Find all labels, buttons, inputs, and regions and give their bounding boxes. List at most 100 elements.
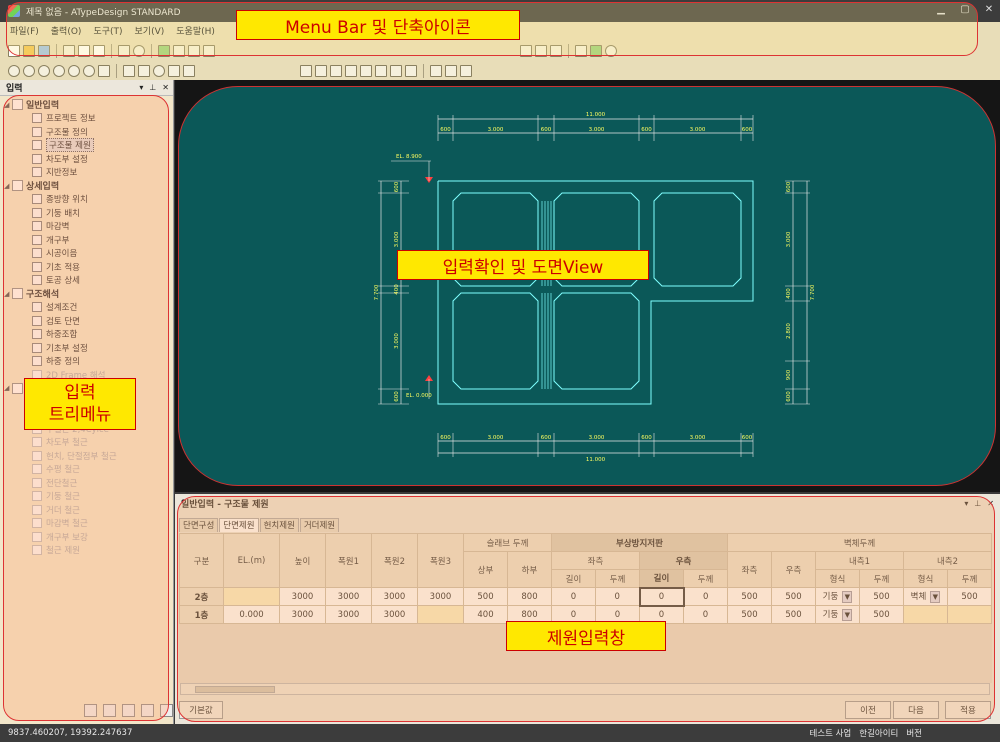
maximize-icon[interactable]: ▢: [958, 3, 972, 17]
tree-item[interactable]: 지반정보: [0, 166, 174, 180]
report-icon[interactable]: [575, 45, 587, 57]
inner2-type-select[interactable]: [903, 605, 948, 624]
slab-top-field[interactable]: 500: [463, 587, 508, 606]
inner1-thickness-field[interactable]: 500: [859, 587, 904, 606]
tree-item[interactable]: 기둥 철근: [0, 490, 174, 504]
tree-item[interactable]: 구조물 정의: [0, 125, 174, 139]
polyline-icon[interactable]: [138, 65, 150, 77]
apply-button[interactable]: 적용: [945, 701, 991, 719]
tree-group[interactable]: ◢ 일반입력: [0, 98, 174, 112]
tree-item[interactable]: 하중조합: [0, 328, 174, 342]
dim2-icon[interactable]: [315, 65, 327, 77]
collapse-icon[interactable]: ◢: [4, 101, 12, 109]
zoom-all-icon[interactable]: [53, 65, 65, 77]
collapse-icon[interactable]: ◢: [4, 384, 12, 392]
width2-field[interactable]: 3000: [371, 587, 418, 606]
dim3-icon[interactable]: [330, 65, 342, 77]
float-left-length-field[interactable]: 0: [551, 587, 596, 606]
pin-icon[interactable]: ⊥: [974, 499, 981, 508]
float-right-thickness-field[interactable]: 0: [683, 587, 728, 606]
insert-icon[interactable]: [405, 65, 417, 77]
circle-icon[interactable]: [153, 65, 165, 77]
el-field[interactable]: [223, 587, 280, 606]
block-icon[interactable]: [390, 65, 402, 77]
zoom-extent-icon[interactable]: [68, 65, 80, 77]
tree-item[interactable]: 기초 적용: [0, 260, 174, 274]
tree-item[interactable]: 프로젝트 정보: [0, 112, 174, 126]
collapse-icon[interactable]: ◢: [4, 182, 12, 190]
open-folder-icon[interactable]: [23, 45, 35, 57]
float-right-length-field[interactable]: 0: [638, 586, 685, 607]
width1-field[interactable]: 3000: [325, 587, 372, 606]
el-field[interactable]: 0.000: [223, 605, 280, 624]
paste-icon[interactable]: [93, 45, 105, 57]
tab-girder-dimensions[interactable]: 거더제원: [299, 518, 340, 532]
cut-icon[interactable]: [63, 45, 75, 57]
wall-left-field[interactable]: 500: [727, 605, 772, 624]
tree-item[interactable]: 차도부 철근: [0, 436, 174, 450]
text-icon[interactable]: [535, 45, 547, 57]
undo-icon[interactable]: [445, 65, 457, 77]
tree-item[interactable]: 기둥 배치: [0, 206, 174, 220]
menu-tools[interactable]: 도구(T): [87, 24, 128, 40]
new-file-icon[interactable]: [8, 45, 20, 57]
tree-item[interactable]: 구조물 제원: [0, 138, 174, 153]
export-icon[interactable]: [590, 45, 602, 57]
tree-item[interactable]: 설계조건: [0, 301, 174, 315]
inner1-thickness-field[interactable]: 500: [859, 605, 904, 624]
zoom-out-icon[interactable]: [23, 65, 35, 77]
width3-field[interactable]: [417, 605, 464, 624]
menu-file[interactable]: 파일(F): [4, 24, 45, 40]
arc-icon[interactable]: [168, 65, 180, 77]
settings-icon[interactable]: [605, 45, 617, 57]
tree-item[interactable]: 거더 철근: [0, 503, 174, 517]
line-icon[interactable]: [123, 65, 135, 77]
calc-icon[interactable]: [520, 45, 532, 57]
layout-icon[interactable]: [188, 45, 200, 57]
prev-button[interactable]: 이전: [845, 701, 891, 719]
tree-item[interactable]: 전단철근: [0, 476, 174, 490]
dim4-icon[interactable]: [345, 65, 357, 77]
slab-top-field[interactable]: 400: [463, 605, 508, 624]
chevron-down-icon[interactable]: ▼: [842, 608, 853, 621]
dropdown-icon[interactable]: ▾: [964, 499, 968, 508]
pan-icon[interactable]: [98, 65, 110, 77]
tree-item[interactable]: 검토 단면: [0, 314, 174, 328]
close-icon[interactable]: ✕: [982, 3, 996, 17]
zoom-in-icon[interactable]: [8, 65, 20, 77]
tree-item[interactable]: 토공 상세: [0, 274, 174, 288]
check-icon[interactable]: [158, 45, 170, 57]
default-button[interactable]: 기본값: [179, 701, 223, 719]
copy-icon[interactable]: [78, 45, 90, 57]
drawing-canvas[interactable]: 11.000 600 3.000 600 3.000 600 3.000 600 600 3.00…: [178, 86, 996, 486]
grid-icon[interactable]: [203, 45, 215, 57]
tab-haunch-dimensions[interactable]: 헌치제원: [259, 518, 299, 532]
grid-horizontal-scrollbar[interactable]: [180, 683, 990, 695]
tree-item[interactable]: 개구부 보강: [0, 530, 174, 544]
wall-left-field[interactable]: 500: [727, 587, 772, 606]
collapse-icon[interactable]: ◢: [4, 290, 12, 298]
tree-tool-icon-1[interactable]: [84, 704, 97, 717]
close-panel-icon[interactable]: ✕: [987, 499, 994, 508]
tree-item[interactable]: 수평 철근: [0, 463, 174, 477]
zoom-window-icon[interactable]: [38, 65, 50, 77]
edit-icon[interactable]: [550, 45, 562, 57]
float-right-thickness-field[interactable]: 0: [683, 605, 728, 624]
menu-view[interactable]: 보기(V): [129, 24, 171, 40]
tree-item[interactable]: 철근 제원: [0, 544, 174, 558]
wall-right-field[interactable]: 500: [771, 605, 816, 624]
tree-group[interactable]: ◢ 상세입력: [0, 179, 174, 193]
next-button[interactable]: 다음: [893, 701, 939, 719]
menu-output[interactable]: 출력(O): [45, 24, 88, 40]
tree-item[interactable]: 하중 정의: [0, 355, 174, 369]
help-icon[interactable]: [133, 45, 145, 57]
tab-section-composition[interactable]: 단면구성: [179, 518, 219, 532]
tree-item[interactable]: 마감벽: [0, 220, 174, 234]
pin-icon[interactable]: ⊥: [149, 83, 156, 92]
close-panel-icon[interactable]: ✕: [162, 83, 169, 92]
tree-group[interactable]: ◢ 구조해석: [0, 287, 174, 301]
inner1-type-select[interactable]: 기둥 ▼: [815, 587, 860, 606]
tree-item[interactable]: 마감벽 철근: [0, 517, 174, 531]
scrollbar-thumb[interactable]: [195, 686, 275, 693]
tree-item[interactable]: 기초부 설정: [0, 341, 174, 355]
